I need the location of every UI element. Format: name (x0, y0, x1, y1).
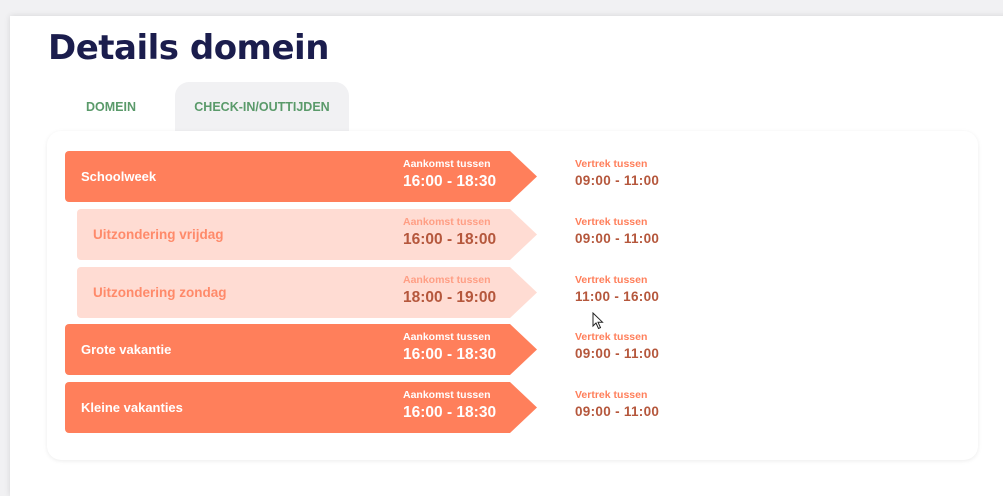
arrival-time: 18:00 - 19:00 (403, 289, 497, 306)
schedule-row-label: Grote vakantie (81, 342, 172, 357)
arrival-time: 16:00 - 18:30 (403, 404, 497, 421)
schedule-row-label: Schoolweek (81, 169, 157, 184)
departure-block: Vertrek tussen 11:00 - 16:00 (575, 267, 775, 318)
arrival-caption: Aankomst tussen (403, 216, 491, 228)
departure-time: 09:00 - 11:00 (575, 346, 660, 361)
departure-block: Vertrek tussen 09:00 - 11:00 (575, 151, 775, 202)
arrival-caption: Aankomst tussen (403, 389, 491, 401)
page-title: Details domein (48, 28, 329, 68)
schedule-row-label: Uitzondering vrijdag (93, 227, 224, 242)
departure-time: 09:00 - 11:00 (575, 404, 660, 419)
mouse-pointer-icon (592, 312, 604, 330)
arrival-time: 16:00 - 18:30 (403, 346, 497, 363)
departure-caption: Vertrek tussen (575, 158, 648, 170)
departure-time: 11:00 - 16:00 (575, 289, 660, 304)
arrival-caption: Aankomst tussen (403, 158, 491, 170)
schedule-row-label: Uitzondering zondag (93, 285, 227, 300)
departure-caption: Vertrek tussen (575, 216, 648, 228)
schedule-row-uitzondering-vrijdag[interactable]: Uitzondering vrijdag Aankomst tussen 16:… (77, 209, 537, 260)
departure-caption: Vertrek tussen (575, 389, 648, 401)
schedule-row-grote-vakantie[interactable]: Grote vakantie Aankomst tussen 16:00 - 1… (65, 324, 537, 375)
tab-domein[interactable]: DOMEIN (64, 82, 158, 132)
departure-time: 09:00 - 11:00 (575, 231, 660, 246)
departure-caption: Vertrek tussen (575, 274, 648, 286)
arrival-time: 16:00 - 18:30 (403, 173, 497, 190)
arrival-time: 16:00 - 18:00 (403, 231, 497, 248)
departure-caption: Vertrek tussen (575, 331, 648, 343)
schedule-row-label: Kleine vakanties (81, 400, 183, 415)
tab-check-in-outtijden[interactable]: CHECK-IN/OUTTIJDEN (175, 82, 349, 132)
departure-block: Vertrek tussen 09:00 - 11:00 (575, 324, 775, 375)
departure-time: 09:00 - 11:00 (575, 173, 660, 188)
schedule-card: Schoolweek Aankomst tussen 16:00 - 18:30… (47, 131, 978, 460)
schedule-row-kleine-vakanties[interactable]: Kleine vakanties Aankomst tussen 16:00 -… (65, 382, 537, 433)
departure-block: Vertrek tussen 09:00 - 11:00 (575, 382, 775, 433)
schedule-row-uitzondering-zondag[interactable]: Uitzondering zondag Aankomst tussen 18:0… (77, 267, 537, 318)
arrival-caption: Aankomst tussen (403, 331, 491, 343)
departure-block: Vertrek tussen 09:00 - 11:00 (575, 209, 775, 260)
arrival-caption: Aankomst tussen (403, 274, 491, 286)
schedule-row-schoolweek[interactable]: Schoolweek Aankomst tussen 16:00 - 18:30 (65, 151, 537, 202)
